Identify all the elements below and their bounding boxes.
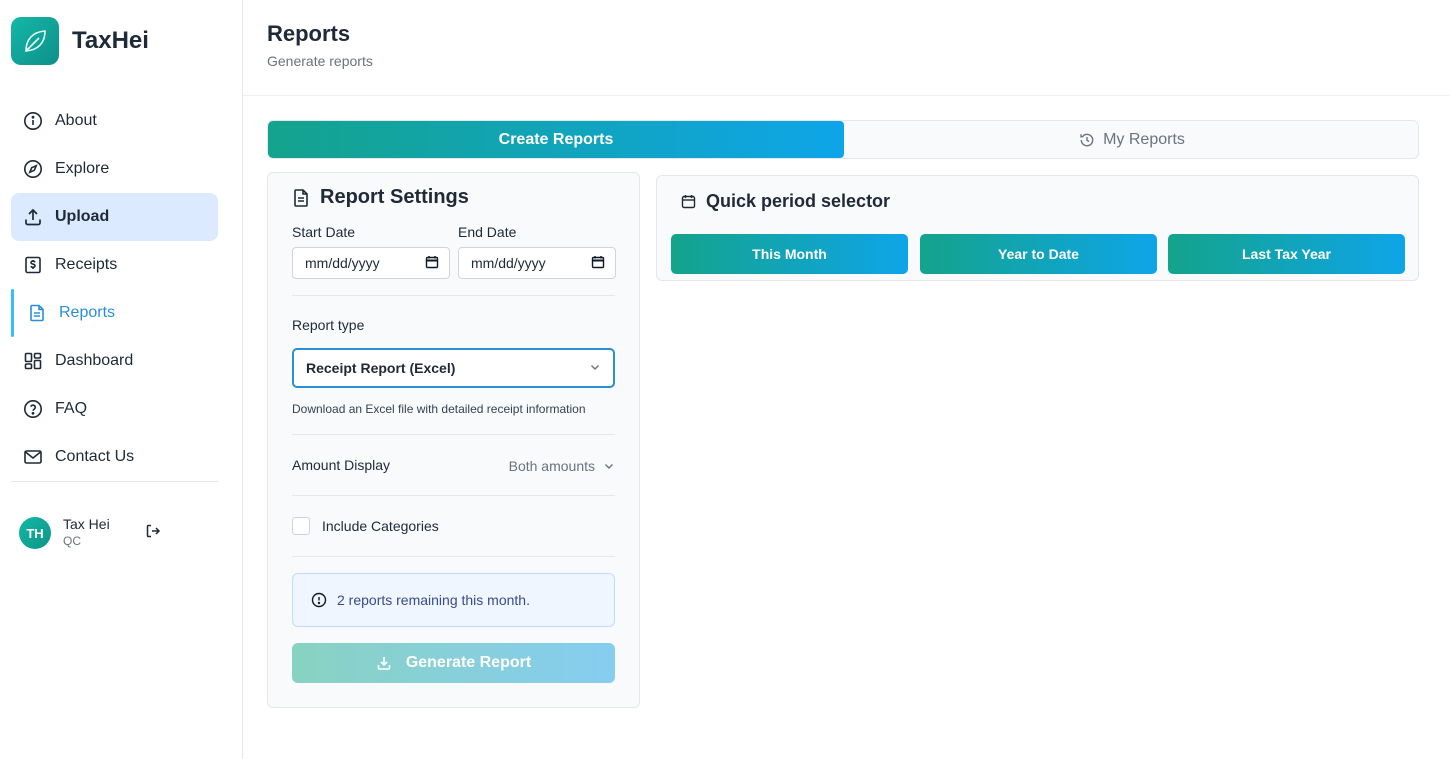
receipt-icon bbox=[23, 255, 43, 275]
report-type-select[interactable]: Receipt Report (Excel) bbox=[292, 348, 615, 388]
sidebar-item-explore[interactable]: Explore bbox=[11, 145, 218, 193]
quick-period-title: Quick period selector bbox=[681, 191, 890, 212]
year-to-date-button[interactable]: Year to Date bbox=[920, 234, 1157, 274]
tab-create-reports[interactable]: Create Reports bbox=[268, 121, 844, 158]
page-title: Reports bbox=[267, 21, 351, 46]
sidebar-item-reports[interactable]: Reports bbox=[11, 289, 218, 337]
calendar-icon[interactable] bbox=[591, 255, 605, 272]
page-header: Reports Generate reports bbox=[243, 0, 1450, 96]
start-date-input[interactable]: mm/dd/yyyy bbox=[292, 247, 450, 279]
sidebar-item-label: Dashboard bbox=[55, 352, 134, 369]
amount-display-select[interactable]: Both amounts bbox=[509, 458, 615, 474]
calendar-icon[interactable] bbox=[425, 255, 439, 272]
reports-remaining-text: 2 reports remaining this month. bbox=[337, 592, 530, 608]
sidebar-item-faq[interactable]: FAQ bbox=[11, 385, 218, 433]
generate-report-label: Generate Report bbox=[405, 654, 532, 671]
sidebar-item-upload[interactable]: Upload bbox=[11, 193, 218, 241]
sidebar-item-dashboard[interactable]: Dashboard bbox=[11, 337, 218, 385]
generate-report-button[interactable]: Generate Report bbox=[292, 643, 615, 683]
info-icon bbox=[23, 111, 43, 131]
compass-icon bbox=[23, 159, 43, 179]
divider bbox=[292, 495, 615, 496]
report-type-label: Report type bbox=[292, 317, 365, 333]
divider bbox=[292, 556, 615, 557]
page-subtitle: Generate reports bbox=[267, 53, 373, 69]
mail-icon bbox=[23, 447, 43, 467]
avatar: TH bbox=[19, 517, 51, 549]
upload-icon bbox=[23, 207, 43, 227]
this-month-button[interactable]: This Month bbox=[671, 234, 908, 274]
sidebar-item-label: Reports bbox=[59, 304, 116, 321]
logout-icon[interactable] bbox=[144, 522, 162, 540]
include-categories-label[interactable]: Include Categories bbox=[322, 518, 439, 534]
brand[interactable]: TaxHei bbox=[11, 17, 149, 65]
sidebar-item-label: About bbox=[55, 112, 97, 129]
tab-my-reports[interactable]: My Reports bbox=[844, 121, 1418, 158]
sidebar-item-about[interactable]: About bbox=[11, 97, 218, 145]
sidebar-item-label: Upload bbox=[55, 208, 110, 225]
sidebar-nav: About Explore Upload Receipts Reports Da… bbox=[11, 97, 218, 481]
download-icon bbox=[376, 655, 392, 671]
sidebar-item-label: Contact Us bbox=[55, 448, 135, 465]
sidebar-item-contact[interactable]: Contact Us bbox=[11, 433, 218, 481]
amount-display-label: Amount Display bbox=[292, 457, 391, 473]
calendar-icon bbox=[681, 194, 696, 209]
user-region: QC bbox=[63, 534, 81, 548]
info-icon bbox=[311, 592, 327, 608]
divider bbox=[292, 295, 615, 296]
include-categories-checkbox[interactable] bbox=[292, 517, 310, 535]
chevron-down-icon bbox=[589, 360, 601, 376]
user-name: Tax Hei bbox=[63, 516, 110, 532]
last-tax-year-button[interactable]: Last Tax Year bbox=[1168, 234, 1405, 274]
history-icon bbox=[1079, 132, 1095, 148]
reports-remaining-notice: 2 reports remaining this month. bbox=[292, 573, 615, 627]
amount-display-value: Both amounts bbox=[508, 458, 595, 474]
document-icon bbox=[292, 188, 311, 208]
report-settings-title: Report Settings bbox=[292, 186, 469, 209]
chevron-down-icon bbox=[603, 460, 615, 472]
start-date-value: mm/dd/yyyy bbox=[305, 255, 380, 271]
report-settings-card: Report Settings Start Date End Date mm/d… bbox=[267, 172, 640, 708]
end-date-input[interactable]: mm/dd/yyyy bbox=[458, 247, 616, 279]
grid-icon bbox=[23, 351, 43, 371]
document-icon bbox=[27, 303, 47, 323]
sidebar-item-label: Explore bbox=[55, 160, 110, 177]
sidebar-divider bbox=[11, 481, 218, 482]
end-date-label: End Date bbox=[458, 224, 517, 240]
app-name: TaxHei bbox=[72, 27, 149, 54]
report-type-value: Receipt Report (Excel) bbox=[306, 360, 456, 376]
tab-label: Create Reports bbox=[498, 130, 614, 148]
sidebar-item-receipts[interactable]: Receipts bbox=[11, 241, 218, 289]
question-icon bbox=[23, 399, 43, 419]
user-profile[interactable]: TH Tax Hei QC bbox=[19, 516, 110, 550]
tab-label: My Reports bbox=[1103, 130, 1185, 148]
report-type-help: Download an Excel file with detailed rec… bbox=[292, 402, 586, 416]
quick-period-card: Quick period selector This Month Year to… bbox=[656, 175, 1419, 281]
sidebar: TaxHei About Explore Upload Receipts Rep… bbox=[0, 0, 243, 759]
leaf-icon bbox=[11, 17, 59, 65]
end-date-value: mm/dd/yyyy bbox=[471, 255, 546, 271]
sidebar-item-label: Receipts bbox=[55, 256, 118, 273]
sidebar-item-label: FAQ bbox=[55, 400, 88, 417]
start-date-label: Start Date bbox=[292, 224, 356, 240]
report-tabs: Create Reports My Reports bbox=[267, 120, 1419, 159]
divider bbox=[292, 434, 615, 435]
